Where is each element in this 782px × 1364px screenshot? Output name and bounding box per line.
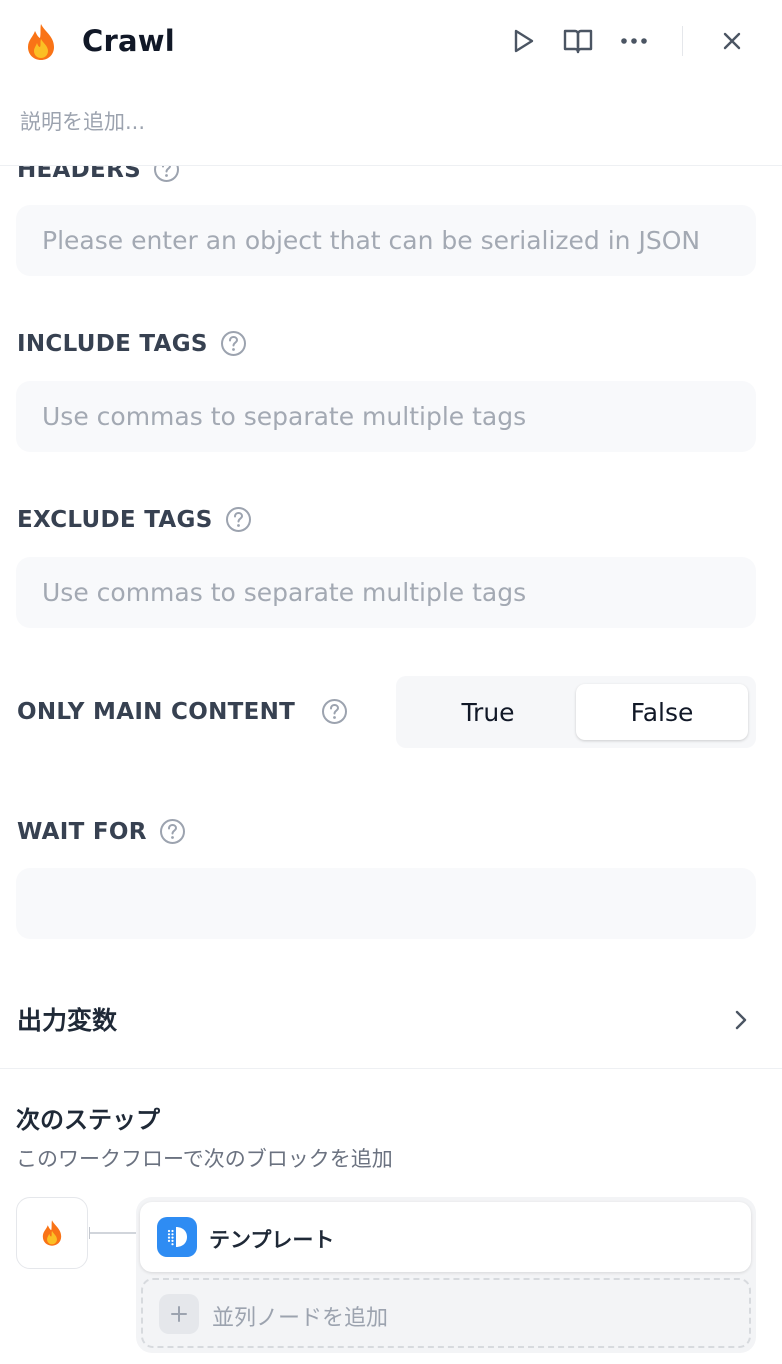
plus-icon [159,1294,199,1334]
include-tags-label: INCLUDE TAGS [17,330,247,357]
option-true[interactable]: True [402,684,574,740]
more-button[interactable] [616,22,652,60]
page-title: Crawl [82,24,175,58]
template-icon [157,1217,197,1257]
book-open-icon [563,29,593,54]
headers-input[interactable] [16,205,756,276]
close-icon [723,32,741,50]
connector-start [89,1227,90,1239]
help-icon[interactable] [225,506,252,533]
add-parallel-node-label: 並列ノードを追加 [212,1306,389,1331]
docs-button[interactable] [560,22,596,60]
include-tags-input[interactable] [16,381,756,452]
play-icon [514,29,534,53]
chevron-right-icon [735,1010,747,1030]
close-button[interactable] [714,22,750,60]
form-scroll-area[interactable]: HEADERS INCLUDE TAGS EXCLUDE TAGS ONLY M… [0,166,782,1068]
help-icon[interactable] [159,818,186,845]
description-input[interactable]: 説明を追加... [20,106,145,136]
option-false[interactable]: False [576,684,748,740]
exclude-tags-input[interactable] [16,557,756,628]
more-horizontal-icon [621,38,647,44]
only-main-content-toggle: True False [396,676,756,748]
run-button[interactable] [505,22,541,60]
wait-for-label: WAIT FOR [17,818,186,845]
header-divider [682,26,683,56]
crawl-node-panel: Crawl 説明を追加... HEADERS Please enter an o… [0,0,782,1364]
help-icon[interactable] [321,698,348,725]
headers-label: HEADERS [17,166,180,183]
output-variables-row[interactable]: 出力変数 [0,981,782,1061]
section-divider [0,1068,782,1069]
help-icon[interactable] [153,166,180,183]
next-step-title: 次のステップ [16,1106,160,1134]
output-variables-label: 出力変数 [17,1006,118,1035]
template-node-label: テンプレート [209,1228,335,1252]
exclude-tags-label: EXCLUDE TAGS [17,506,252,533]
flame-icon [24,22,58,62]
flame-icon [42,1220,62,1246]
help-icon[interactable] [220,330,247,357]
add-parallel-node-button[interactable]: 並列ノードを追加 [141,1278,751,1348]
only-main-content-label: ONLY MAIN CONTENT [17,698,348,725]
template-node[interactable]: テンプレート [140,1202,751,1272]
connector-line [89,1232,137,1234]
next-step-description: このワークフローで次のブロックを追加 [16,1147,393,1171]
source-node[interactable] [16,1197,88,1269]
panel-header: Crawl [0,0,782,84]
header-border [0,165,782,166]
wait-for-input[interactable] [16,868,756,939]
